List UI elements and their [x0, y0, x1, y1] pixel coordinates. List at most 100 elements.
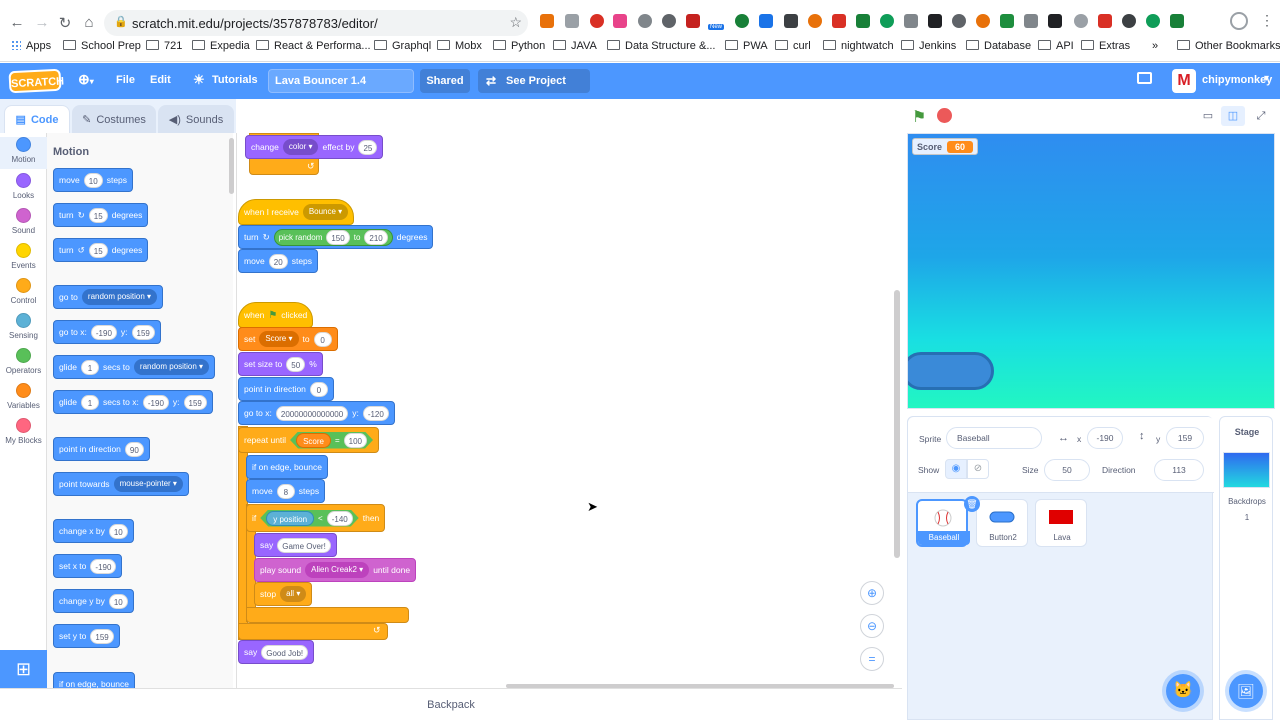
- scratch-logo[interactable]: SCRATCH: [8, 68, 64, 94]
- script-vertical-scrollbar[interactable]: [894, 290, 900, 558]
- sprite-tile-baseball[interactable]: 🗑 Baseball: [916, 496, 980, 547]
- bookmark-folder[interactable]: PWA: [725, 40, 768, 52]
- button2-sprite-paddle[interactable]: [908, 352, 994, 390]
- extension-icon[interactable]: [904, 14, 918, 28]
- block-go-to-xy[interactable]: go to x: 20000000000000 y: -120: [238, 401, 395, 425]
- block-when-i-receive[interactable]: when I receive Bounce: [238, 199, 355, 225]
- extension-icon[interactable]: [540, 14, 554, 28]
- number-input[interactable]: 10: [83, 172, 103, 188]
- number-input[interactable]: 10: [108, 593, 128, 609]
- bookmark-folder[interactable]: curl: [775, 40, 811, 52]
- message-input[interactable]: Game Over!: [277, 537, 331, 553]
- sprite-name-input[interactable]: Baseball: [946, 427, 1042, 449]
- less-than-operator[interactable]: y position < -140: [260, 510, 358, 527]
- category-variables[interactable]: Variables: [0, 383, 47, 410]
- address-bar[interactable]: 🔒 scratch.mit.edu/projects/357878783/edi…: [104, 10, 528, 36]
- equals-operator[interactable]: Score = 100: [290, 432, 373, 449]
- message-dropdown[interactable]: Bounce: [302, 204, 349, 220]
- block-say[interactable]: say Good Job!: [238, 640, 315, 664]
- value-input[interactable]: 100: [344, 433, 367, 448]
- home-icon[interactable]: ⌂: [80, 14, 98, 31]
- extension-icon[interactable]: [976, 14, 990, 28]
- tab-sounds[interactable]: ◀) Sounds: [158, 105, 234, 133]
- direction-input[interactable]: 0: [309, 381, 328, 397]
- block-edge-bounce[interactable]: if on edge, bounce: [246, 455, 328, 479]
- hide-eye-icon[interactable]: ⊘: [967, 459, 989, 479]
- fullscreen-icon[interactable]: ⤢: [1249, 106, 1273, 126]
- y-input[interactable]: 159: [131, 324, 155, 340]
- extension-icon[interactable]: [735, 14, 749, 28]
- tutorials-menu[interactable]: Tutorials: [212, 74, 258, 86]
- trash-icon[interactable]: 🗑: [964, 496, 980, 512]
- bookmark-folder[interactable]: React & Performa...: [256, 40, 371, 52]
- extension-icon[interactable]: [590, 14, 604, 28]
- number-input[interactable]: 210: [364, 229, 388, 245]
- number-input[interactable]: 15: [88, 207, 108, 223]
- category-events[interactable]: Events: [0, 243, 47, 270]
- sound-dropdown[interactable]: Alien Creak2: [305, 562, 370, 578]
- direction-input[interactable]: 90: [124, 441, 144, 457]
- block-turn-right[interactable]: turn ↻ 15 degrees: [53, 203, 149, 227]
- add-extension-button[interactable]: ⊞: [0, 650, 47, 688]
- block-stop[interactable]: stop all: [254, 582, 313, 606]
- number-input[interactable]: 15: [88, 242, 108, 258]
- extension-icon[interactable]: [856, 14, 870, 28]
- stop-option-dropdown[interactable]: all: [280, 586, 307, 602]
- number-input[interactable]: 10: [108, 523, 128, 539]
- extension-icon[interactable]: [638, 14, 652, 28]
- block-point-in-direction[interactable]: point in direction 90: [53, 437, 150, 461]
- block-point-towards[interactable]: point towards mouse-pointer: [53, 472, 189, 496]
- block-when-flag-clicked[interactable]: when ⚑ clicked: [238, 302, 314, 328]
- bookmark-folder[interactable]: JAVA: [553, 40, 597, 52]
- target-dropdown[interactable]: random position: [81, 289, 158, 305]
- number-input[interactable]: 159: [90, 628, 114, 644]
- bookmark-folder[interactable]: Extras: [1081, 40, 1130, 52]
- language-globe-icon[interactable]: ⊕▾: [78, 71, 94, 88]
- back-icon[interactable]: ←: [8, 14, 26, 31]
- bookmark-folder[interactable]: API: [1038, 40, 1074, 52]
- number-input[interactable]: 50: [286, 356, 306, 372]
- y-input[interactable]: -120: [362, 405, 389, 421]
- bookmark-folder[interactable]: School Prep: [63, 40, 141, 52]
- block-set-x[interactable]: set x to -190: [53, 554, 123, 578]
- show-eye-icon[interactable]: ◉: [945, 459, 967, 479]
- stage-canvas[interactable]: Score 60: [907, 133, 1275, 409]
- block-repeat-until[interactable]: repeat until Score = 100: [238, 427, 379, 453]
- value-input[interactable]: 0: [313, 331, 332, 347]
- block-glide-to[interactable]: glide 1 secs to random position: [53, 355, 216, 379]
- block-move-steps[interactable]: move 10 steps: [53, 168, 134, 192]
- bookmark-folder[interactable]: Graphql: [374, 40, 431, 52]
- secs-input[interactable]: 1: [80, 394, 99, 410]
- zoom-reset-button[interactable]: =: [860, 647, 884, 671]
- category-operators[interactable]: Operators: [0, 348, 47, 375]
- block-turn-left[interactable]: turn ↺ 15 degrees: [53, 238, 149, 262]
- block-point-in-direction[interactable]: point in direction 0: [238, 377, 334, 401]
- block-change-x[interactable]: change x by 10: [53, 519, 134, 543]
- x-position-input[interactable]: -190: [1087, 427, 1123, 449]
- profile-avatar[interactable]: [1230, 12, 1248, 30]
- block-change-effect[interactable]: changecoloreffect by25: [245, 135, 384, 159]
- extension-icon[interactable]: [565, 14, 579, 28]
- target-dropdown[interactable]: random position: [133, 359, 210, 375]
- user-avatar[interactable]: M: [1172, 69, 1196, 93]
- target-dropdown[interactable]: mouse-pointer: [113, 476, 183, 492]
- extension-icon[interactable]: [1048, 14, 1062, 28]
- block-go-to-xy[interactable]: go to x: -190 y: 159: [53, 320, 161, 344]
- zoom-in-button[interactable]: ⊕: [860, 581, 884, 605]
- effect-dropdown[interactable]: color: [282, 139, 319, 155]
- bookmark-folder[interactable]: Expedia: [192, 40, 250, 52]
- backpack-bar[interactable]: Backpack: [0, 688, 902, 720]
- tab-code[interactable]: ▤ Code: [4, 105, 70, 133]
- extension-icon[interactable]: [1170, 14, 1184, 28]
- bookmark-folder[interactable]: Mobx: [437, 40, 482, 52]
- category-control[interactable]: Control: [0, 278, 47, 305]
- extension-icon[interactable]: [832, 14, 846, 28]
- x-input[interactable]: -190: [90, 324, 117, 340]
- sprite-tile-lava[interactable]: Lava: [1035, 499, 1087, 547]
- extension-icon[interactable]: [1024, 14, 1038, 28]
- palette-scrollbar[interactable]: [229, 138, 234, 194]
- bookmark-folder[interactable]: Python: [493, 40, 545, 52]
- green-flag-icon[interactable]: ⚑: [912, 107, 926, 127]
- number-input[interactable]: -190: [90, 558, 117, 574]
- size-input[interactable]: 50: [1044, 459, 1090, 481]
